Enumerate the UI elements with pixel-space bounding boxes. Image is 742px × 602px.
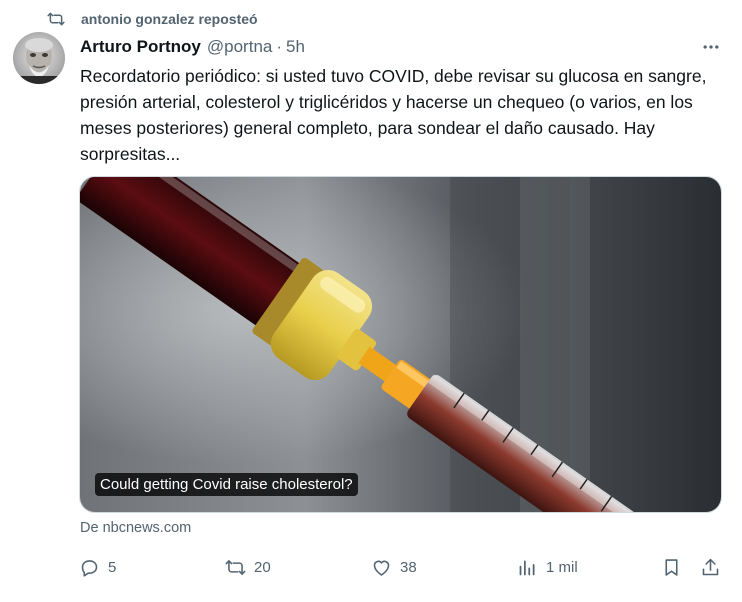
bookmark-icon: [665, 558, 678, 576]
repost-icon: [47, 12, 65, 26]
views-button[interactable]: 1 mil: [517, 553, 578, 581]
heart-icon: [373, 560, 390, 576]
more-options-button[interactable]: [700, 36, 722, 58]
repost-indicator[interactable]: antonio gonzalez reposteó: [47, 8, 258, 30]
reply-icon: [81, 559, 98, 577]
reply-count: 5: [108, 558, 117, 576]
more-horizontal-icon: [703, 45, 719, 49]
syringe-photo: [80, 177, 721, 512]
repost-icon: [225, 559, 246, 575]
action-bar: 5 20 38 1 mil: [0, 553, 742, 583]
reply-button[interactable]: 5: [79, 553, 116, 581]
views-chart-icon: [519, 560, 535, 575]
like-count: 38: [400, 558, 417, 576]
share-icon: [702, 558, 719, 575]
avatar-image: [13, 32, 65, 84]
post-time[interactable]: 5h: [286, 37, 305, 57]
header-separator: ·: [276, 37, 283, 56]
repost-button[interactable]: 20: [225, 553, 271, 581]
repost-count: 20: [254, 558, 271, 576]
share-button[interactable]: [700, 553, 721, 581]
like-button[interactable]: 38: [371, 553, 417, 581]
post-header: Arturo Portnoy @portna · 5h: [80, 35, 692, 59]
repost-label: antonio gonzalez reposteó: [81, 11, 258, 27]
card-source[interactable]: De nbcnews.com: [80, 520, 191, 536]
card-caption: Could getting Covid raise cholesterol?: [95, 473, 358, 496]
bookmark-button[interactable]: [661, 553, 682, 581]
author-handle[interactable]: @portna: [207, 37, 272, 57]
link-card[interactable]: Could getting Covid raise cholesterol?: [79, 176, 722, 513]
views-count: 1 mil: [546, 558, 578, 576]
avatar[interactable]: [13, 32, 65, 84]
post-text: Recordatorio periódico: si usted tuvo CO…: [80, 66, 707, 164]
author-name[interactable]: Arturo Portnoy: [80, 37, 201, 57]
